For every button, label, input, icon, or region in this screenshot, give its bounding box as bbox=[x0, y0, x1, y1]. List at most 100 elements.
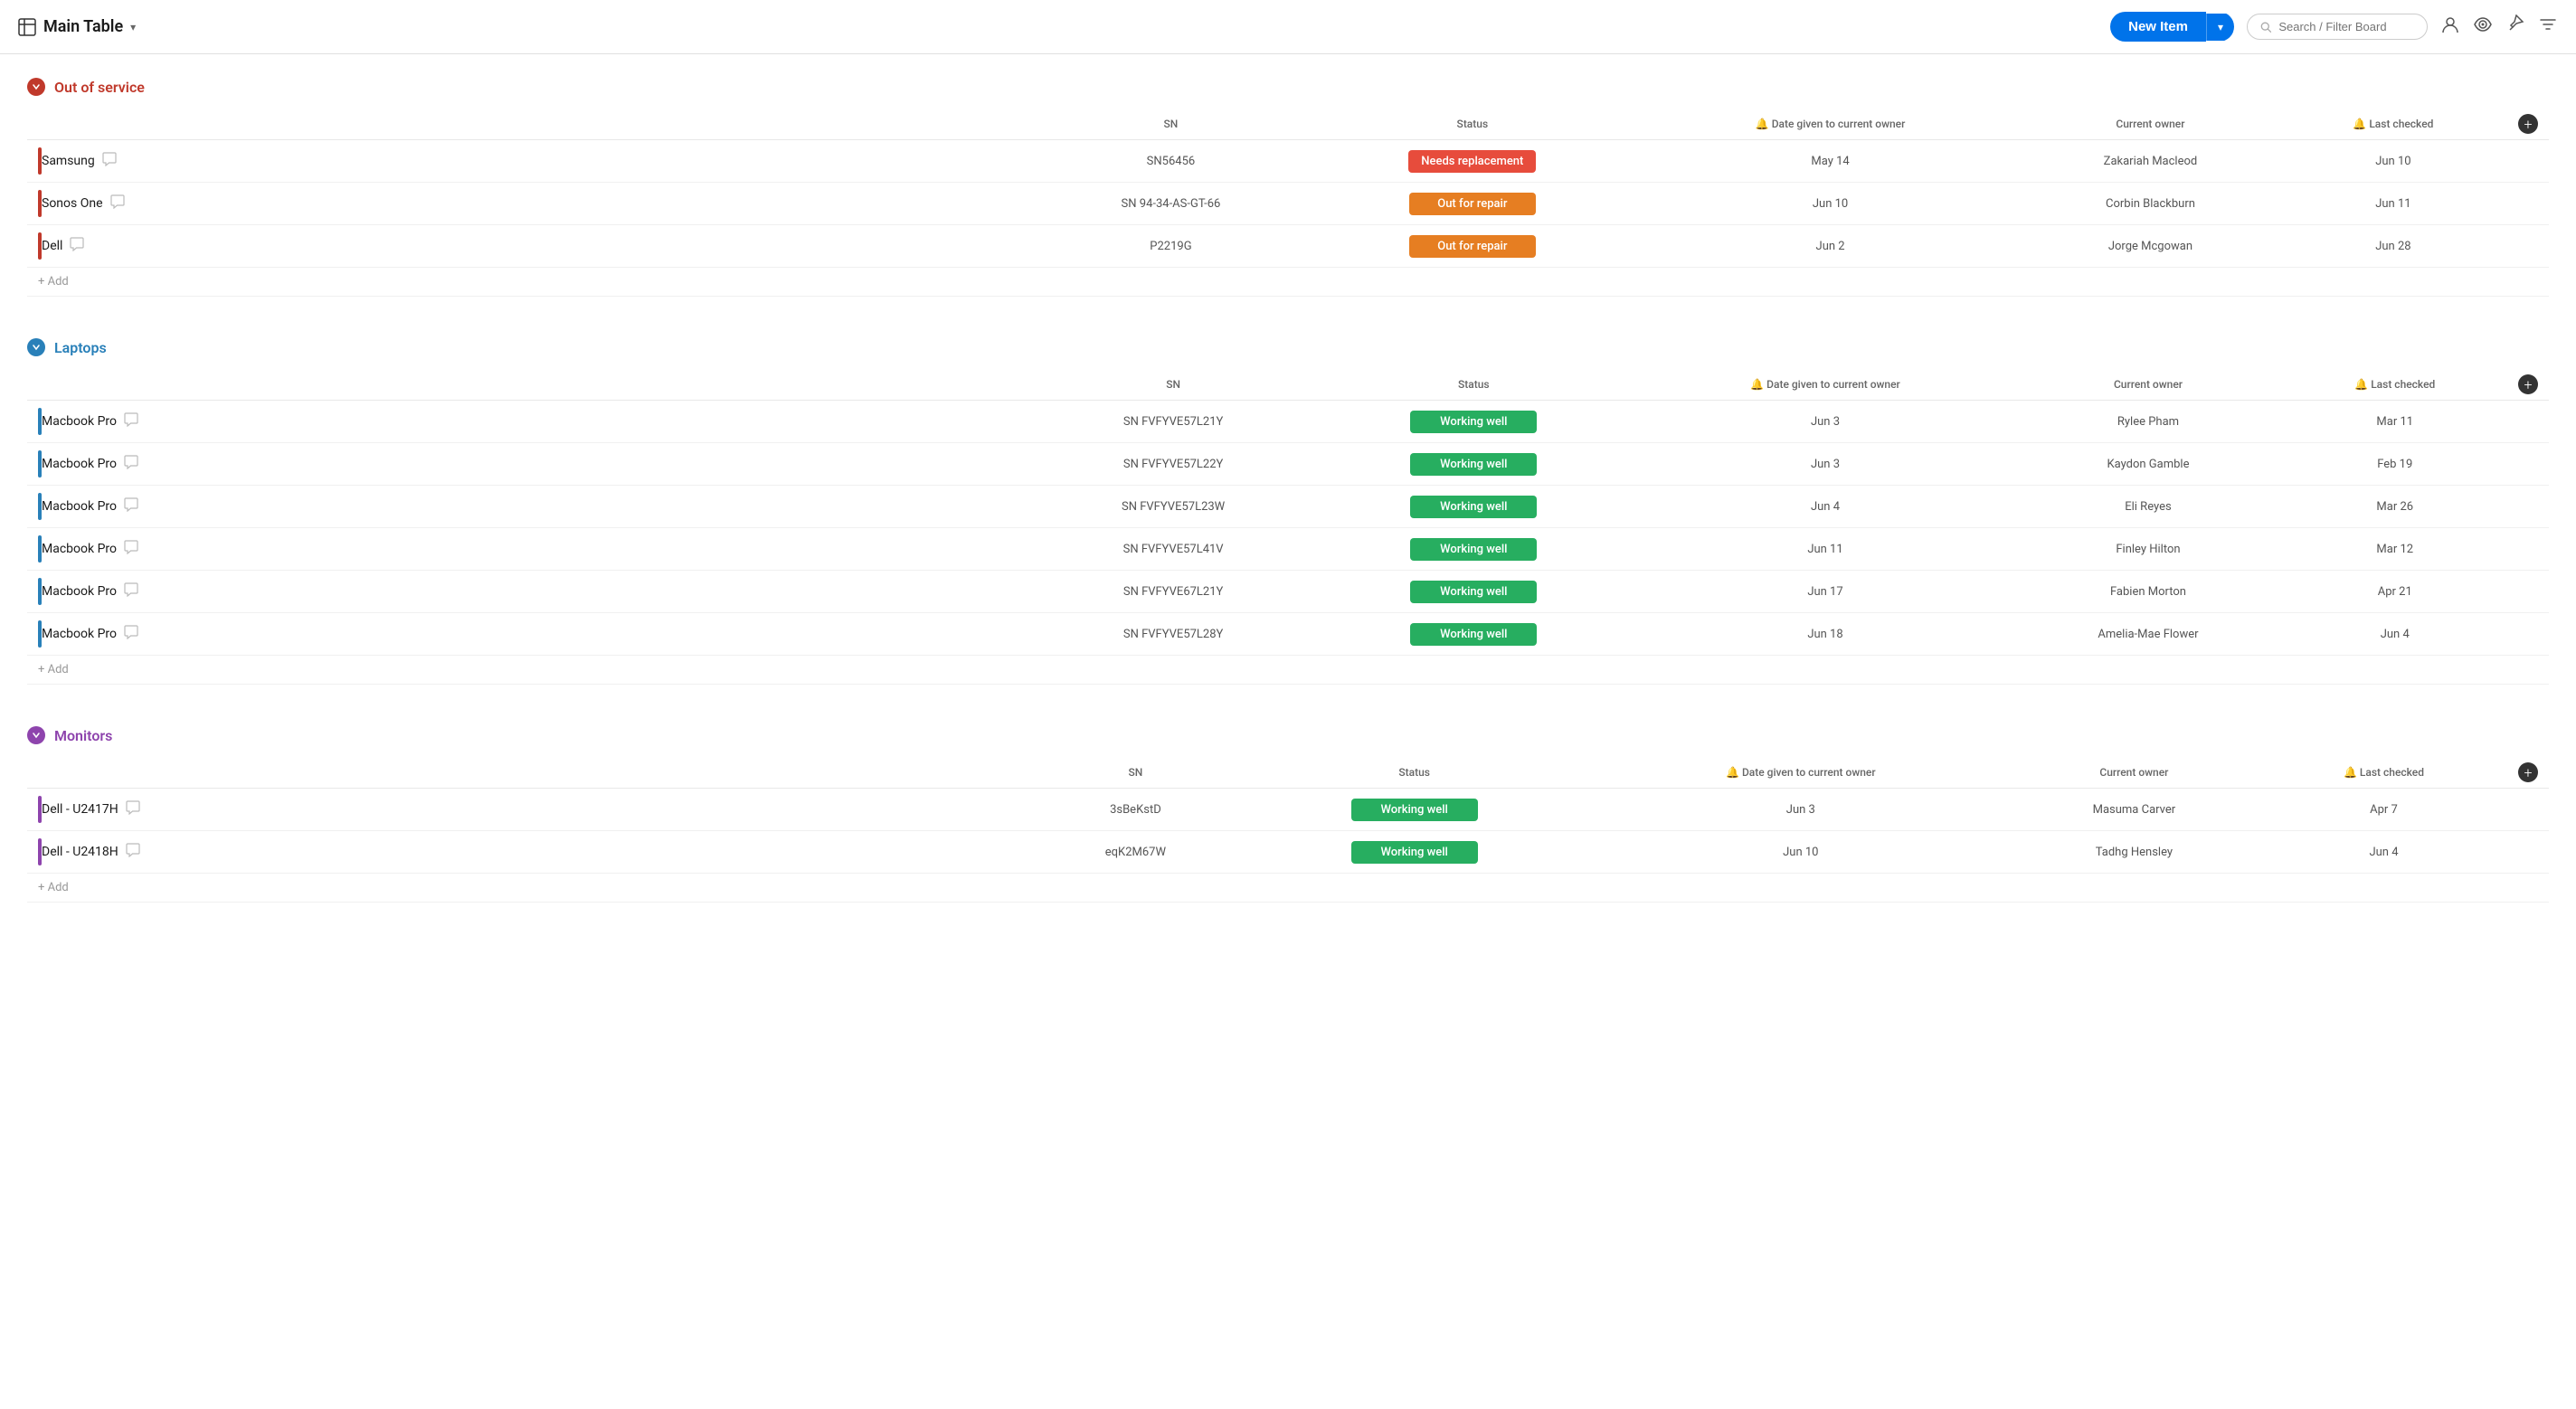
group-header-monitors: Monitors bbox=[27, 721, 2549, 750]
status-badge: Out for repair bbox=[1409, 235, 1536, 258]
row-name-cell: Dell - U2417H bbox=[27, 789, 1036, 831]
table-row: Macbook Pro SN FVFYVE57L41VWorking wellJu… bbox=[27, 528, 2549, 571]
row-action-cell bbox=[2507, 183, 2549, 225]
table-row: DellP2219GOut for repairJun 2Jorge Mcgow… bbox=[27, 225, 2549, 268]
th-status: Status bbox=[1306, 109, 1639, 140]
row-item-name: Macbook Pro bbox=[42, 542, 117, 556]
row-last-checked: Jun 28 bbox=[2279, 225, 2507, 268]
row-sn: 3sBeKstD bbox=[1036, 789, 1235, 831]
th-date: 🔔Date given to current owner bbox=[1637, 369, 2014, 401]
row-action-cell bbox=[2507, 443, 2549, 486]
comment-icon[interactable] bbox=[124, 625, 138, 643]
search-box[interactable] bbox=[2247, 14, 2428, 40]
status-badge: Needs replacement bbox=[1408, 150, 1536, 173]
row-status-cell: Working well bbox=[1311, 528, 1637, 571]
add-item-row[interactable]: + Add bbox=[27, 656, 2549, 685]
th-owner: Current owner bbox=[2013, 369, 2282, 401]
row-last-checked: Mar 26 bbox=[2283, 486, 2507, 528]
comment-icon[interactable] bbox=[124, 582, 138, 600]
comment-icon[interactable] bbox=[70, 237, 84, 255]
th-owner: Current owner bbox=[2022, 109, 2279, 140]
status-badge: Working well bbox=[1410, 623, 1537, 646]
group-toggle-monitors[interactable] bbox=[27, 726, 45, 744]
add-item-label[interactable]: + Add bbox=[27, 656, 2549, 685]
th-add[interactable]: + bbox=[2507, 757, 2549, 789]
comment-icon[interactable] bbox=[126, 800, 140, 818]
table-row: Macbook Pro SN FVFYVE57L22Y Working well Ju… bbox=[27, 443, 2549, 486]
row-name-cell: Macbook Pro bbox=[27, 571, 1036, 613]
row-action-cell bbox=[2507, 528, 2549, 571]
row-item-name: Macbook Pro bbox=[42, 457, 117, 471]
row-name-cell: Dell - U2418H bbox=[27, 831, 1036, 874]
search-icon bbox=[2260, 21, 2271, 33]
row-sn: SN56456 bbox=[1036, 140, 1305, 183]
new-item-button[interactable]: New Item ▾ bbox=[2110, 12, 2234, 42]
th-name bbox=[27, 757, 1036, 789]
row-last-checked: Jun 11 bbox=[2279, 183, 2507, 225]
th-sn: SN bbox=[1036, 109, 1305, 140]
table-row: Macbook ProSN FVFYVE67L21YWorking wellJu… bbox=[27, 571, 2549, 613]
search-input[interactable] bbox=[2278, 20, 2414, 33]
group-toggle-laptops[interactable] bbox=[27, 338, 45, 356]
row-last-checked: Apr 21 bbox=[2283, 571, 2507, 613]
row-name-cell: Dell bbox=[27, 225, 1036, 268]
row-owner: Fabien Morton bbox=[2013, 571, 2282, 613]
group-title-out-of-service[interactable]: Out of service bbox=[54, 79, 145, 96]
row-date: May 14 bbox=[1639, 140, 2022, 183]
new-item-dropdown-button[interactable]: ▾ bbox=[2206, 14, 2234, 41]
comment-icon[interactable] bbox=[124, 497, 138, 515]
row-owner: Finley Hilton bbox=[2013, 528, 2282, 571]
group-table-monitors: SNStatus🔔Date given to current ownerCurr… bbox=[27, 757, 2549, 903]
row-action-cell bbox=[2507, 140, 2549, 183]
row-item-name: Macbook Pro bbox=[42, 627, 117, 641]
comment-icon[interactable] bbox=[110, 194, 125, 213]
comment-icon[interactable] bbox=[124, 455, 138, 473]
row-sn: SN FVFYVE57L41V bbox=[1036, 528, 1311, 571]
group-title-monitors[interactable]: Monitors bbox=[54, 727, 112, 744]
pin-icon[interactable] bbox=[2505, 14, 2525, 39]
row-date: Jun 18 bbox=[1637, 613, 2014, 656]
view-icon[interactable] bbox=[2473, 14, 2493, 39]
row-status-cell: Working well bbox=[1311, 401, 1637, 443]
group-header-out-of-service: Out of service bbox=[27, 72, 2549, 101]
row-action-cell bbox=[2507, 831, 2549, 874]
person-icon[interactable] bbox=[2440, 14, 2460, 39]
comment-icon[interactable] bbox=[102, 152, 117, 170]
add-item-row[interactable]: + Add bbox=[27, 268, 2549, 297]
comment-icon[interactable] bbox=[124, 540, 138, 558]
status-badge: Working well bbox=[1351, 799, 1478, 821]
row-last-checked: Feb 19 bbox=[2283, 443, 2507, 486]
comment-icon[interactable] bbox=[124, 412, 138, 430]
group-header-laptops: Laptops bbox=[27, 333, 2549, 362]
comment-icon[interactable] bbox=[126, 843, 140, 861]
filter-icon[interactable] bbox=[2538, 14, 2558, 39]
th-add[interactable]: + bbox=[2507, 369, 2549, 401]
title-chevron-icon[interactable]: ▾ bbox=[130, 21, 136, 33]
table-row: Dell - U2417H3sBeKstDWorking wellJun 3Ma… bbox=[27, 789, 2549, 831]
row-sn: eqK2M67W bbox=[1036, 831, 1235, 874]
row-item-name: Samsung bbox=[42, 154, 95, 168]
row-name-cell: Macbook Pro bbox=[27, 528, 1036, 571]
table-row: Macbook ProSN FVFYVE57L28YWorking wellJu… bbox=[27, 613, 2549, 656]
row-last-checked: Mar 12 bbox=[2283, 528, 2507, 571]
row-item-name: Dell - U2417H bbox=[42, 802, 118, 817]
status-badge: Working well bbox=[1410, 453, 1537, 476]
th-name bbox=[27, 109, 1036, 140]
add-item-label[interactable]: + Add bbox=[27, 268, 2549, 297]
row-sn: SN FVFYVE57L22Y bbox=[1036, 443, 1311, 486]
add-item-label[interactable]: + Add bbox=[27, 874, 2549, 903]
row-date: Jun 3 bbox=[1637, 443, 2014, 486]
header-left: Main Table ▾ bbox=[18, 17, 2099, 36]
row-owner: Eli Reyes bbox=[2013, 486, 2282, 528]
row-date: Jun 11 bbox=[1637, 528, 2014, 571]
row-name-cell: Macbook Pro bbox=[27, 486, 1036, 528]
row-date: Jun 4 bbox=[1637, 486, 2014, 528]
new-item-main-button[interactable]: New Item bbox=[2110, 12, 2206, 42]
group-title-laptops[interactable]: Laptops bbox=[54, 339, 107, 356]
row-last-checked: Apr 7 bbox=[2260, 789, 2507, 831]
add-item-row[interactable]: + Add bbox=[27, 874, 2549, 903]
row-last-checked: Jun 4 bbox=[2283, 613, 2507, 656]
th-add[interactable]: + bbox=[2507, 109, 2549, 140]
group-toggle-out-of-service[interactable] bbox=[27, 78, 45, 96]
th-last-checked: 🔔Last checked bbox=[2260, 757, 2507, 789]
